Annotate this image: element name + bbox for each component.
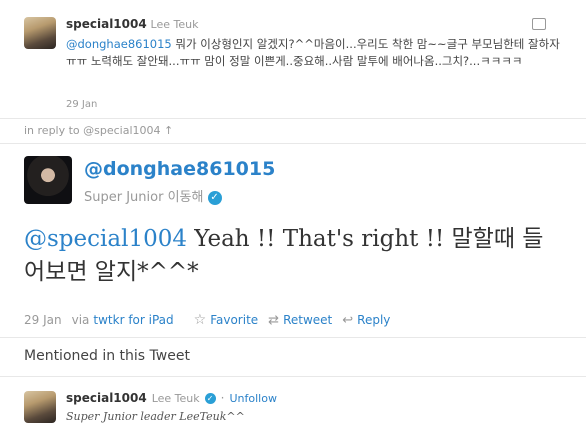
timestamp[interactable]: 29 Jan	[66, 99, 97, 110]
user-bio: Super Junior leader LeeTeuk^^	[66, 410, 245, 423]
real-name-row: Super Junior 이동해 ✓	[84, 186, 222, 205]
divider	[0, 118, 586, 119]
retweet-button[interactable]: ⇄ Retweet	[268, 313, 332, 328]
mention-link[interactable]: @donghae861015	[66, 37, 172, 51]
divider	[0, 337, 586, 338]
via-label: via	[71, 313, 90, 327]
username[interactable]: special1004	[66, 391, 147, 405]
verified-icon: ✓	[204, 392, 216, 404]
mentioned-user: special1004 Lee Teuk ✓ · Unfollow Super …	[0, 377, 586, 430]
real-name[interactable]: Super Junior 이동해	[84, 190, 203, 205]
verified-icon: ✓	[207, 190, 222, 205]
real-name[interactable]: Lee Teuk	[152, 392, 200, 405]
reply-button[interactable]: ↩ Reply	[342, 313, 390, 328]
reply-arrow-icon: ↩	[342, 312, 354, 328]
username[interactable]: special1004	[66, 17, 147, 31]
timestamp[interactable]: 29 Jan	[24, 313, 62, 327]
avatar[interactable]	[24, 17, 56, 49]
tweet-text: @donghae861015 뭐가 이상형인지 알겠지?^^마음이...우리도 …	[66, 36, 566, 70]
separator: ·	[220, 391, 225, 405]
unfollow-button[interactable]: Unfollow	[229, 392, 276, 405]
username[interactable]: @donghae861015	[84, 158, 275, 180]
in-reply-to-link[interactable]: in reply to @special1004 ↑	[24, 124, 173, 137]
reply-label: Reply	[357, 313, 391, 327]
tweet-header: special1004 Lee Teuk	[66, 17, 198, 31]
retweet-label: Retweet	[283, 313, 333, 327]
mentioned-heading: Mentioned in this Tweet	[24, 348, 190, 364]
reply-corner-icon[interactable]	[532, 18, 546, 30]
main-tweet: @donghae861015 Super Junior 이동해 ✓ @speci…	[0, 144, 586, 338]
star-icon: ☆	[193, 312, 207, 328]
mention-link[interactable]: @special1004	[24, 226, 187, 252]
avatar[interactable]	[24, 156, 72, 204]
avatar[interactable]	[24, 391, 56, 423]
real-name[interactable]: Lee Teuk	[151, 18, 199, 31]
user-header: special1004 Lee Teuk ✓ · Unfollow	[66, 391, 277, 405]
client-link[interactable]: twtkr for iPad	[93, 313, 173, 327]
favorite-button[interactable]: ☆ Favorite	[194, 312, 259, 328]
parent-tweet: special1004 Lee Teuk @donghae861015 뭐가 이…	[0, 0, 586, 118]
tweet-text: @special1004 Yeah !! That's right !! 말할때…	[24, 223, 564, 289]
tweet-actions: 29 Jan via twtkr for iPad ☆ Favorite ⇄ R…	[24, 312, 390, 328]
favorite-label: Favorite	[210, 313, 259, 327]
retweet-icon: ⇄	[268, 312, 280, 328]
